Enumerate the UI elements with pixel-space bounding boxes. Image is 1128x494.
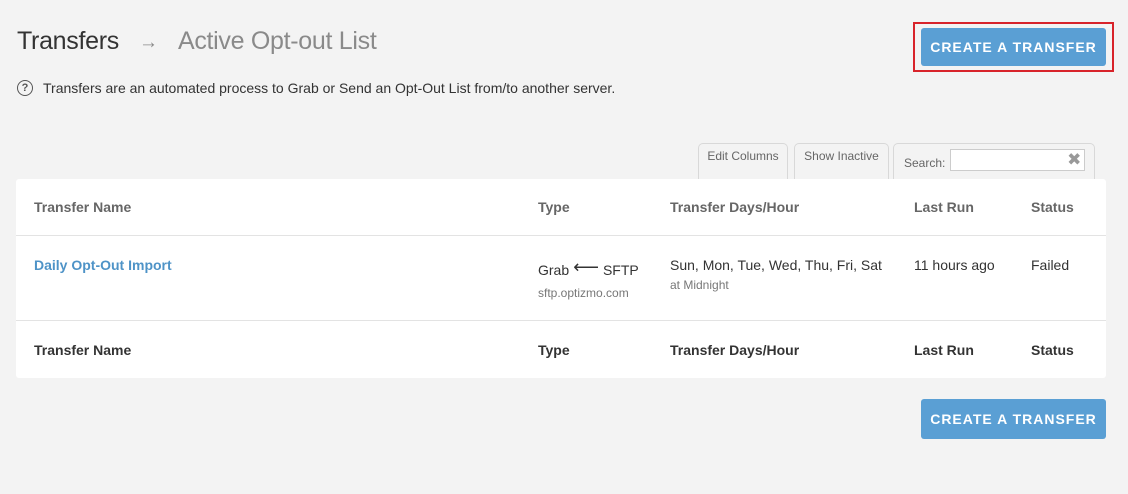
close-icon[interactable]: ✖ [1067,151,1081,169]
column-header-days-hour[interactable]: Transfer Days/Hour [670,199,799,215]
search-label: Search: [904,156,946,170]
show-inactive-button[interactable]: Show Inactive [794,143,889,180]
column-header-type[interactable]: Type [538,199,570,215]
footer-column-type: Type [538,342,570,358]
footer-column-last-run: Last Run [914,342,974,358]
search-input[interactable] [962,150,1073,170]
last-run: 11 hours ago [914,257,995,273]
footer-column-transfer-name: Transfer Name [34,342,132,358]
type-protocol: SFTP [602,261,639,278]
table-header-row: Transfer Name Type Transfer Days/Hour La… [16,179,1106,236]
column-header-status[interactable]: Status [1031,199,1074,215]
edit-columns-button[interactable]: Edit Columns [698,143,788,180]
transfer-hour: at Midnight [670,278,729,292]
footer-column-status: Status [1031,342,1074,358]
breadcrumb-root[interactable]: Transfers [17,27,119,56]
days-cell: Sun, Mon, Tue, Wed, Thu, Fri, Sat at Mid… [670,257,882,292]
type-cell: Grab ⟵ SFTP sftp.optizmo.com [538,257,639,300]
column-header-transfer-name[interactable]: Transfer Name [34,199,131,215]
transfers-table: Transfer Name Type Transfer Days/Hour La… [16,179,1106,378]
type-host: sftp.optizmo.com [538,286,629,300]
question-circle-icon: ? [17,80,33,96]
arrow-right-icon: → [138,31,158,53]
help-text: Transfers are an automated process to Gr… [43,80,616,96]
page-title: Active Opt-out List [177,27,377,55]
footer-column-days-hour: Transfer Days/Hour [670,342,800,358]
transfers-page: Transfers → Active Opt-out List ? Transf… [0,0,1128,494]
transfer-days: Sun, Mon, Tue, Wed, Thu, Fri, Sat [670,257,882,273]
arrow-left-icon: ⟵ [573,257,599,277]
create-transfer-button-bottom[interactable]: CREATE A TRANSFER [921,399,1106,439]
column-header-last-run[interactable]: Last Run [914,199,974,215]
search-box: ✖ [950,149,1086,171]
table-footer-row: Transfer Name Type Transfer Days/Hour La… [16,321,1106,378]
type-action: Grab [538,261,570,278]
search-tab: Search: ✖ [893,143,1095,180]
create-transfer-button-top[interactable]: CREATE A TRANSFER [921,28,1106,66]
table-row: Daily Opt-Out Import Grab ⟵ SFTP sftp.op… [16,236,1106,321]
help-text-line: ? Transfers are an automated process to … [17,80,615,96]
breadcrumb: Transfers → Active Opt-out List [17,27,377,56]
transfer-name-link[interactable]: Daily Opt-Out Import [34,257,172,273]
status-text: Failed [1031,257,1070,273]
